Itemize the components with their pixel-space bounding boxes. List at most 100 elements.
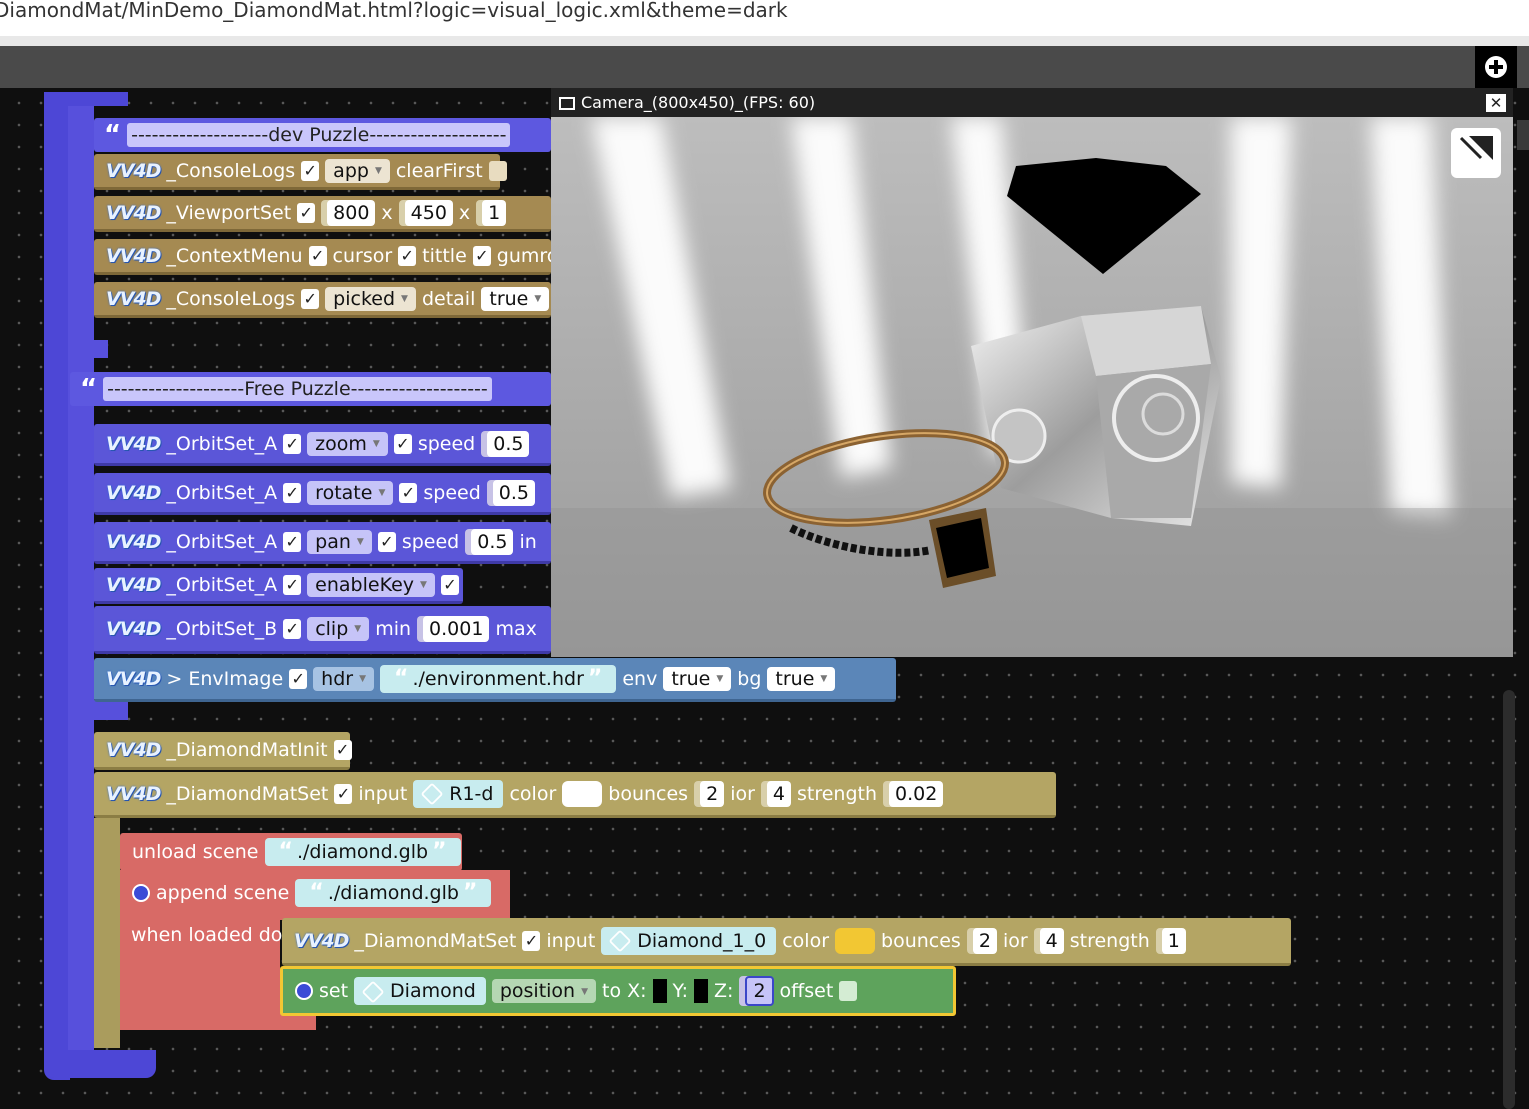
top-scrollbar[interactable] <box>1517 120 1529 150</box>
empty-slot-icon[interactable] <box>652 979 667 1003</box>
checkbox[interactable]: ✓ <box>472 245 491 266</box>
expand-icon[interactable] <box>1451 128 1501 178</box>
checkbox[interactable] <box>488 160 507 181</box>
dev-comment-block[interactable]: “ --------------------dev Puzzle--------… <box>94 118 551 152</box>
orbit-pan-block[interactable]: VV4D _OrbitSet_A ✓ pan ▼ ✓ speed 0.5 in <box>94 522 551 564</box>
viewport-set-block[interactable]: VV4D _ViewportSet ✓ 800 x 450 x 1 <box>94 196 551 232</box>
field-label: Z: <box>714 980 734 1002</box>
number-input[interactable]: 0.5 <box>492 479 535 506</box>
diamond-set-block-2[interactable]: VV4D _DiamondMatSet ✓ input Diamond_1_0 … <box>282 918 1291 966</box>
verge-logo-icon: VV4D <box>106 244 161 267</box>
append-scene-block[interactable]: append scene “./diamond.glb” <box>120 872 510 914</box>
dropdown[interactable]: hdr ▼ <box>313 666 375 691</box>
number-input[interactable]: 2 <box>745 976 774 1006</box>
color-swatch[interactable] <box>562 780 603 807</box>
number-input[interactable]: 2 <box>972 927 997 954</box>
number-input[interactable]: 0.5 <box>487 430 530 457</box>
checkbox[interactable]: ✓ <box>393 433 412 454</box>
field-label: ior <box>730 782 755 805</box>
block-label: _DiamondMatInit <box>166 738 328 761</box>
verge-logo-icon: VV4D <box>106 530 161 553</box>
field-label: strength <box>797 782 878 805</box>
unload-scene-block[interactable]: unload scene “./diamond.glb” <box>120 833 462 871</box>
field-label: cursor <box>332 244 393 267</box>
address-bar[interactable]: DiamondMat/MinDemo_DiamondMat.html?logic… <box>0 0 1529 36</box>
checkbox[interactable]: ✓ <box>377 531 396 552</box>
context-menu-block[interactable]: VV4D _ContextMenu ✓ cursor ✓ tittle ✓ gu… <box>94 239 582 275</box>
orbit-clip-block[interactable]: VV4D _OrbitSet_B ✓ clip ▼ min 0.001 max <box>94 606 551 654</box>
object-selector[interactable]: Diamond <box>354 977 486 1005</box>
verge-logo-icon: VV4D <box>106 738 161 761</box>
property-dropdown[interactable]: position ▼ <box>491 979 597 1003</box>
orbit-enablekey-block[interactable]: VV4D _OrbitSet_A ✓ enableKey ▼ ✓ <box>94 568 463 604</box>
checkbox[interactable] <box>839 981 858 1001</box>
dropdown[interactable]: enableKey ▼ <box>307 572 435 597</box>
checkbox[interactable]: ✓ <box>283 531 302 552</box>
dropdown[interactable]: rotate ▼ <box>307 480 394 505</box>
orbit-zoom-block[interactable]: VV4D _OrbitSet_A ✓ zoom ▼ ✓ speed 0.5 <box>94 424 551 466</box>
console-logs-block-2[interactable]: VV4D _ConsoleLogs ✓ picked ▼ detail true ▼ <box>94 282 551 318</box>
file-path-input[interactable]: “./diamond.glb” <box>295 879 492 907</box>
checkbox[interactable]: ✓ <box>308 245 327 266</box>
checkbox[interactable]: ✓ <box>399 482 418 503</box>
set-position-block[interactable]: set Diamond position ▼ to X: Y: Z: 2 offs… <box>280 966 956 1016</box>
block-label: _DiamondMatSet <box>354 929 517 952</box>
color-swatch[interactable] <box>835 927 876 954</box>
orbit-rotate-block[interactable]: VV4D _OrbitSet_A ✓ rotate ▼ ✓ speed 0.5 <box>94 473 551 515</box>
checkbox[interactable]: ✓ <box>440 574 459 595</box>
verge-logo-icon: VV4D <box>106 159 161 182</box>
dropdown[interactable]: zoom ▼ <box>307 431 388 456</box>
object-selector[interactable]: R1-d <box>413 779 504 808</box>
free-comment-block[interactable]: “ --------------------Free Puzzle-------… <box>70 372 551 406</box>
checkbox[interactable]: ✓ <box>522 930 541 951</box>
block-label: _OrbitSet_B <box>166 617 278 640</box>
number-input[interactable]: 0.001 <box>423 615 490 642</box>
dropdown[interactable]: true ▼ <box>663 666 732 691</box>
vertical-scrollbar[interactable] <box>1503 690 1515 1109</box>
3d-scene <box>551 117 1513 657</box>
checkbox[interactable]: ✓ <box>283 574 302 595</box>
checkbox[interactable]: ✓ <box>301 160 320 181</box>
diamond-init-block[interactable]: VV4D _DiamondMatInit ✓ <box>94 732 352 770</box>
scale-input[interactable]: 1 <box>482 199 507 226</box>
camera-viewport[interactable] <box>551 88 1513 657</box>
file-path-input[interactable]: “./diamond.glb” <box>264 838 461 866</box>
dropdown[interactable]: true ▼ <box>481 286 550 311</box>
object-selector[interactable]: Diamond_1_0 <box>601 926 777 955</box>
checkbox[interactable]: ✓ <box>283 482 302 503</box>
number-input[interactable]: 2 <box>700 780 725 807</box>
checkbox[interactable]: ✓ <box>297 202 316 223</box>
checkbox[interactable]: ✓ <box>289 668 308 689</box>
dropdown[interactable]: picked ▼ <box>325 286 416 311</box>
dropdown[interactable]: true ▼ <box>767 666 836 691</box>
number-input[interactable]: 1 <box>1161 927 1186 954</box>
checkbox[interactable]: ✓ <box>283 618 302 639</box>
env-image-block[interactable]: VV4D > EnvImage ✓ hdr ▼ “./environment.hd… <box>94 658 896 702</box>
empty-slot-icon[interactable] <box>694 979 709 1003</box>
number-input[interactable]: 4 <box>1039 927 1064 954</box>
number-input[interactable]: 4 <box>766 780 791 807</box>
checkbox[interactable]: ✓ <box>333 739 352 760</box>
checkbox[interactable]: ✓ <box>283 433 302 454</box>
dropdown[interactable]: app ▼ <box>325 158 390 183</box>
checkbox[interactable]: ✓ <box>398 245 417 266</box>
number-input[interactable]: 0.5 <box>471 528 514 555</box>
checkbox[interactable]: ✓ <box>301 288 320 309</box>
field-label: ior <box>1002 929 1028 952</box>
checkbox[interactable]: ✓ <box>334 783 353 804</box>
width-input[interactable]: 800 <box>327 199 376 226</box>
camera-title: Camera_(800x450)_(FPS: 60) <box>581 93 816 112</box>
dropdown[interactable]: pan ▼ <box>307 529 372 554</box>
close-icon[interactable]: ✕ <box>1486 94 1506 112</box>
camera-title-bar[interactable]: Camera_(800x450)_(FPS: 60) <box>551 88 1513 117</box>
dropdown[interactable]: clip ▼ <box>307 616 370 641</box>
console-logs-block[interactable]: VV4D _ConsoleLogs ✓ app ▼ clearFirst <box>94 154 507 190</box>
block-label: > EnvImage <box>166 667 284 690</box>
field-label: env <box>622 667 658 690</box>
add-circle-icon <box>1485 56 1507 78</box>
height-input[interactable]: 450 <box>404 199 453 226</box>
file-path-input[interactable]: “./environment.hdr” <box>380 664 617 693</box>
number-input[interactable]: 0.02 <box>889 780 944 807</box>
add-button[interactable] <box>1475 46 1517 88</box>
diamond-set-block[interactable]: VV4D _DiamondMatSet ✓ input R1-d color b… <box>94 772 1056 818</box>
